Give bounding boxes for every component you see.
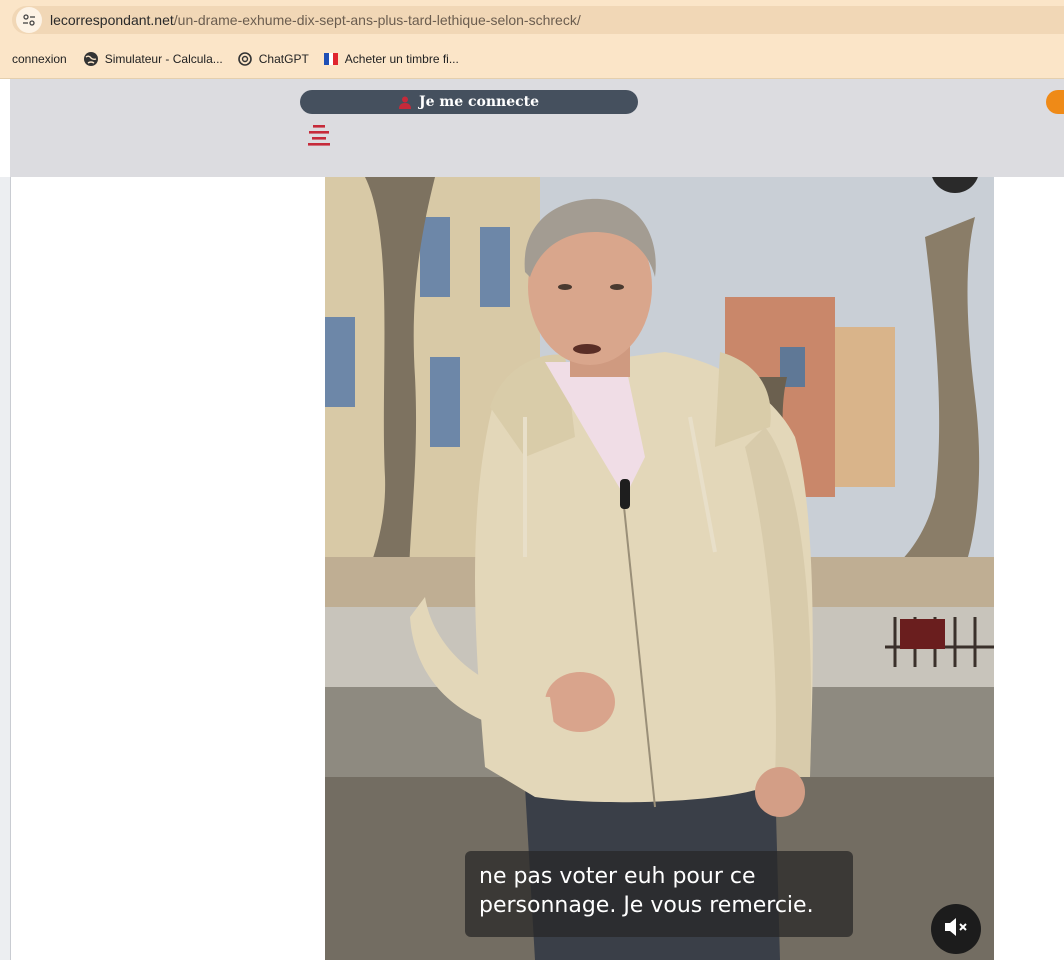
user-icon [398, 96, 411, 109]
globe-icon [83, 51, 99, 67]
video-caption: ne pas voter euh pour ce personnage. Je … [465, 851, 853, 937]
bookmark-label: connexion [12, 52, 67, 66]
bookmark-simulateur[interactable]: Simulateur - Calcula... [83, 51, 223, 67]
address-bar[interactable]: lecorrespondant.net/un-drame-exhume-dix-… [12, 6, 1064, 34]
bookmark-timbre[interactable]: Acheter un timbre fi... [323, 51, 459, 67]
bookmark-chatgpt[interactable]: ChatGPT [237, 51, 309, 67]
bookmark-connexion[interactable]: connexion [12, 52, 67, 66]
page-edge [0, 177, 11, 960]
mute-button[interactable] [931, 904, 981, 954]
site-header: Je me connecte [10, 79, 1064, 177]
login-label: Je me connecte [418, 94, 540, 110]
video-frame [325, 177, 994, 960]
site-info-icon[interactable] [16, 7, 42, 33]
caption-line-1: ne pas voter euh pour ce [479, 864, 756, 889]
browser-toolbar: lecorrespondant.net/un-drame-exhume-dix-… [0, 0, 1064, 40]
speaker-muted-icon [943, 917, 969, 941]
hamburger-menu-icon[interactable] [308, 123, 332, 147]
url-path: /un-drame-exhume-dix-sept-ans-plus-tard-… [173, 12, 581, 28]
caption-line-2: personnage. Je vous remercie. [479, 893, 814, 918]
login-button[interactable]: Je me connecte [300, 90, 638, 114]
bookmark-label: ChatGPT [258, 52, 309, 66]
url-host: lecorrespondant.net [50, 12, 174, 28]
bookmark-label: Acheter un timbre fi... [344, 52, 459, 66]
video-player[interactable]: ne pas voter euh pour ce personnage. Je … [325, 177, 994, 960]
bookmarks-bar: connexion Simulateur - Calcula... ChatGP… [0, 40, 1064, 79]
url-text[interactable]: lecorrespondant.net/un-drame-exhume-dix-… [50, 12, 581, 28]
bookmark-label: Simulateur - Calcula... [104, 52, 223, 66]
chatgpt-icon [237, 51, 253, 67]
subscribe-button[interactable] [1046, 90, 1064, 114]
french-flag-icon [323, 51, 339, 67]
